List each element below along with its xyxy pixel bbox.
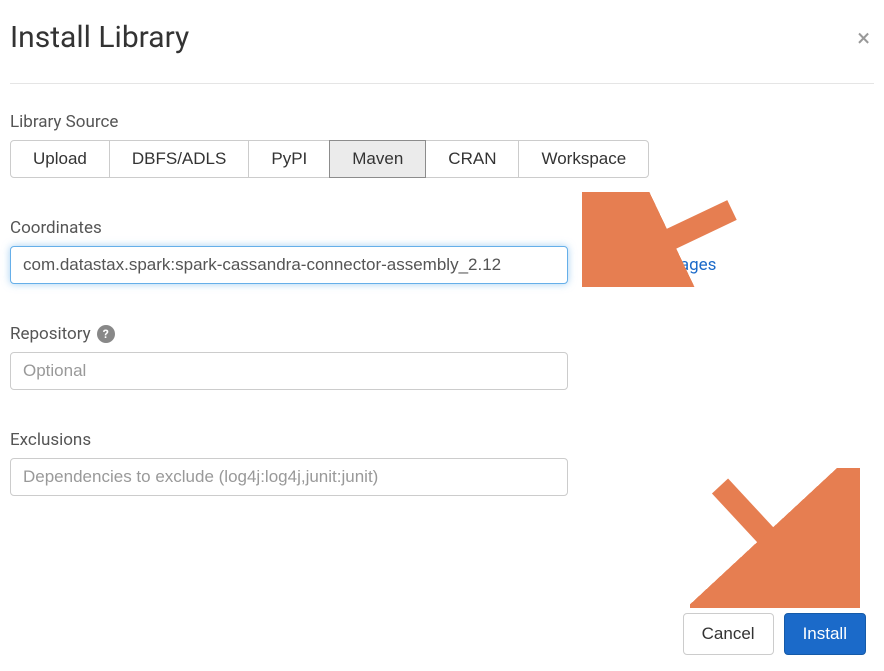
search-packages-link[interactable]: Search Packages <box>586 255 716 275</box>
install-button[interactable]: Install <box>784 613 866 655</box>
coordinates-label: Coordinates <box>10 218 874 238</box>
cancel-button[interactable]: Cancel <box>683 613 774 655</box>
source-upload[interactable]: Upload <box>10 140 110 178</box>
coordinates-input-wrap: Search Packages <box>10 246 874 284</box>
coordinates-section: Coordinates Search Packages <box>10 218 874 284</box>
exclusions-section: Exclusions <box>10 430 874 496</box>
close-icon[interactable]: × <box>853 22 874 54</box>
exclusions-input[interactable] <box>10 458 568 496</box>
source-cran[interactable]: CRAN <box>425 140 519 178</box>
modal-footer: Cancel Install <box>683 613 866 655</box>
source-pypi[interactable]: PyPI <box>248 140 330 178</box>
help-icon[interactable]: ? <box>97 325 115 343</box>
install-library-modal: Install Library × Library Source Upload … <box>0 0 884 546</box>
repository-label: Repository ? <box>10 324 874 344</box>
coordinates-input[interactable] <box>10 246 568 284</box>
library-source-label: Library Source <box>10 112 874 132</box>
source-workspace[interactable]: Workspace <box>518 140 649 178</box>
exclusions-label: Exclusions <box>10 430 874 450</box>
modal-title: Install Library <box>10 20 189 55</box>
source-dbfs-adls[interactable]: DBFS/ADLS <box>109 140 249 178</box>
library-source-options: Upload DBFS/ADLS PyPI Maven CRAN Workspa… <box>10 140 874 178</box>
repository-input[interactable] <box>10 352 568 390</box>
modal-header: Install Library × <box>10 20 874 84</box>
repository-section: Repository ? <box>10 324 874 390</box>
repository-label-text: Repository <box>10 324 91 344</box>
library-source-section: Library Source Upload DBFS/ADLS PyPI Mav… <box>10 112 874 178</box>
source-maven[interactable]: Maven <box>329 140 426 178</box>
